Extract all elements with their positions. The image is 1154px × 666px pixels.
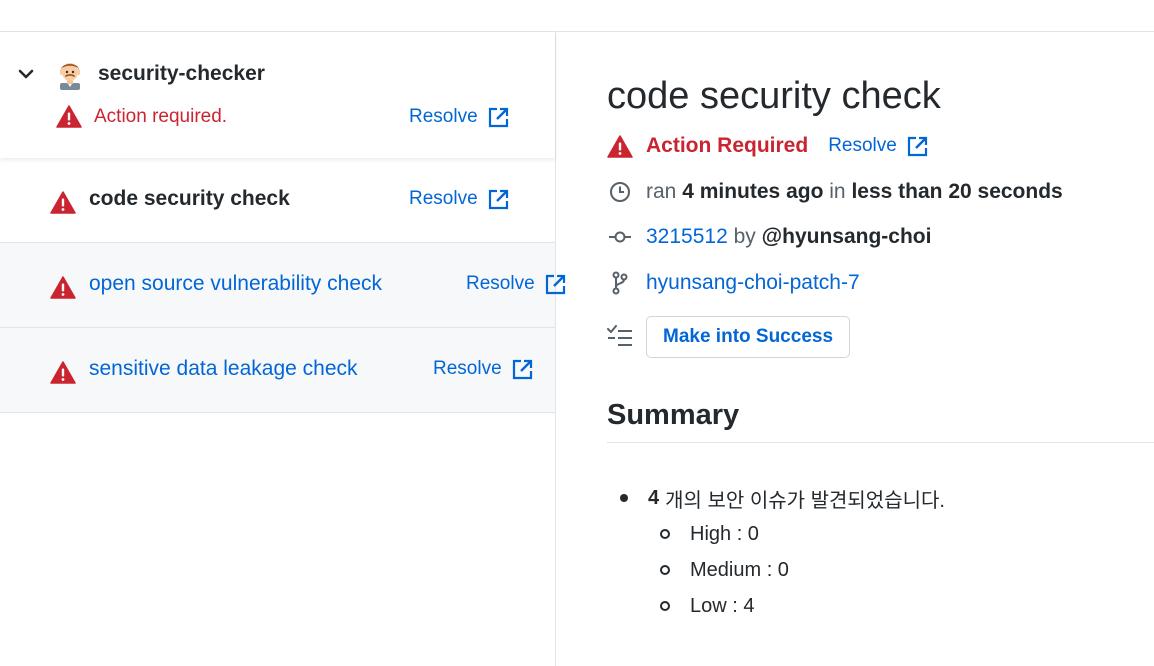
commit-sha-link[interactable]: 3215512 bbox=[646, 225, 728, 248]
external-link-icon bbox=[488, 189, 508, 209]
resolve-label: Resolve bbox=[466, 273, 535, 294]
tasklist-icon bbox=[607, 325, 632, 346]
resolve-label: Resolve bbox=[409, 188, 478, 209]
check-run-item[interactable]: open source vulnerability check Resolve bbox=[0, 243, 565, 328]
branch-link[interactable]: hyunsang-choi-patch-7 bbox=[646, 271, 860, 295]
timing-row: ran 4 minutes ago in less than 20 second… bbox=[607, 180, 1063, 204]
ran-prefix: ran bbox=[646, 180, 677, 203]
external-link-icon bbox=[512, 359, 532, 379]
severity-medium: Medium : 0 bbox=[690, 558, 789, 581]
clock-icon bbox=[610, 182, 630, 202]
duration: less than 20 seconds bbox=[851, 180, 1063, 203]
resolve-label: Resolve bbox=[828, 135, 897, 156]
issue-text: 개의 보안 이슈가 발견되었습니다. bbox=[665, 489, 945, 512]
branch-row: hyunsang-choi-patch-7 bbox=[607, 271, 860, 295]
suite-resolve-link[interactable]: Resolve bbox=[409, 106, 509, 128]
external-link-icon bbox=[907, 136, 927, 156]
top-bar bbox=[0, 0, 1154, 32]
check-suite-header: security-checker Action required. Resolv… bbox=[0, 32, 555, 158]
check-run-name[interactable]: open source vulnerability check bbox=[89, 272, 382, 296]
resolve-label: Resolve bbox=[409, 106, 478, 127]
check-run-item[interactable]: code security check Resolve bbox=[0, 158, 555, 243]
severity-low: Low : 4 bbox=[690, 594, 755, 617]
severity-high: High : 0 bbox=[690, 522, 759, 545]
summary-list: 4 개의 보안 이슈가 발견되었습니다. High : 0 Medium : 0… bbox=[620, 480, 945, 624]
git-branch-icon bbox=[612, 271, 628, 295]
alert-icon bbox=[50, 276, 76, 299]
summary-heading: Summary bbox=[607, 399, 1154, 443]
ran-in: in bbox=[829, 180, 846, 203]
run-resolve-link[interactable]: Resolve bbox=[433, 358, 533, 380]
alert-icon bbox=[50, 361, 76, 384]
circle-bullet-icon bbox=[660, 565, 670, 575]
status-text: Action Required bbox=[646, 134, 809, 157]
check-run-item[interactable]: sensitive data leakage check Resolve bbox=[0, 328, 555, 413]
status-row: Action Required Resolve bbox=[607, 134, 928, 158]
check-run-name: code security check bbox=[89, 187, 290, 210]
suite-status-text: Action required. bbox=[94, 105, 228, 127]
make-into-success-button[interactable]: Make into Success bbox=[646, 316, 851, 358]
run-resolve-link[interactable]: Resolve bbox=[409, 188, 509, 210]
check-run-detail: code security check Action Required Reso… bbox=[556, 32, 1154, 666]
app-avatar bbox=[60, 63, 80, 90]
bullet-icon bbox=[620, 494, 628, 502]
detail-resolve-link[interactable]: Resolve bbox=[828, 135, 928, 157]
list-item: Low : 4 bbox=[660, 588, 945, 624]
git-commit-icon bbox=[609, 231, 631, 243]
run-resolve-link[interactable]: Resolve bbox=[466, 273, 566, 295]
app-name: security-checker bbox=[98, 62, 265, 85]
alert-icon bbox=[50, 191, 76, 214]
chevron-down-icon[interactable] bbox=[16, 64, 36, 84]
by-word: by bbox=[733, 225, 756, 248]
list-item: 4 개의 보안 이슈가 발견되었습니다. bbox=[620, 480, 945, 516]
alert-icon bbox=[56, 105, 82, 128]
circle-bullet-icon bbox=[660, 529, 670, 539]
check-runs-sidebar: security-checker Action required. Resolv… bbox=[0, 32, 565, 666]
ran-ago: 4 minutes ago bbox=[682, 180, 824, 203]
commit-row: 3215512 by @hyunsang-choi bbox=[607, 225, 931, 249]
alert-icon bbox=[607, 134, 633, 158]
list-item: Medium : 0 bbox=[660, 552, 945, 588]
circle-bullet-icon bbox=[660, 601, 670, 611]
action-row: Make into Success bbox=[607, 316, 851, 358]
check-run-name[interactable]: sensitive data leakage check bbox=[89, 357, 358, 381]
issue-count: 4 bbox=[648, 486, 660, 509]
resolve-label: Resolve bbox=[433, 358, 502, 379]
page-title: code security check bbox=[607, 75, 941, 117]
commit-author[interactable]: @hyunsang-choi bbox=[762, 225, 932, 248]
external-link-icon bbox=[488, 107, 508, 127]
list-item: High : 0 bbox=[660, 516, 945, 552]
suite-status: Action required. bbox=[56, 105, 227, 128]
